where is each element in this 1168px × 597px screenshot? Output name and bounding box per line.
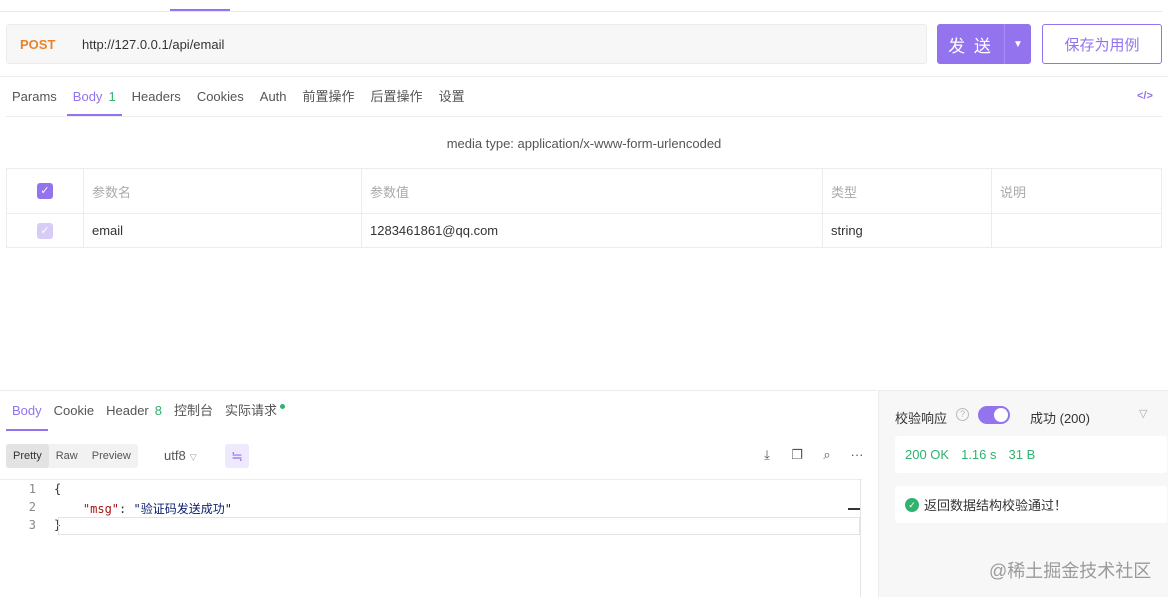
select-all-checkbox[interactable]: ✓ [37,183,53,199]
tab-pre-ops[interactable]: 前置操作 [297,80,361,116]
status-dot-icon [280,404,286,409]
column-header-value: 参数值 [362,169,823,213]
column-header-type: 类型 [823,169,992,213]
code-line: 2 "msg": "验证码发送成功" [0,500,862,518]
tab-settings[interactable]: 设置 [433,80,471,116]
url-input[interactable] [70,36,890,52]
resp-tab-actual-request[interactable]: 实际请求 [219,391,291,431]
code-line: 1 { [0,482,862,500]
response-toolbar: ⤓ ❐ ⌕ ··· [752,447,872,463]
resp-tab-console[interactable]: 控制台 [168,391,219,431]
status-code: 200 OK [905,447,950,462]
search-icon[interactable]: ⌕ [812,447,842,463]
line-number: 1 [28,482,36,496]
table-header-row: ✓ 参数名 参数值 类型 说明 [7,169,1161,214]
params-table: ✓ 参数名 参数值 类型 说明 ✓ email 1283461861@qq.co… [6,168,1162,248]
send-options-chevron-down-icon[interactable]: ▼ [1004,24,1031,64]
wrap-lines-icon[interactable]: ≒ [225,444,249,468]
tab-auth[interactable]: Auth [254,80,293,116]
toggle-knob [994,408,1008,422]
header-divider [0,76,1168,77]
chevron-down-icon[interactable]: ▽ [1139,407,1147,420]
format-pretty-button[interactable]: Pretty [6,444,49,468]
chevron-down-icon: ▽ [189,452,197,462]
resp-tab-cookie[interactable]: Cookie [48,391,100,431]
json-value: "验证码发送成功" [133,502,232,516]
more-icon[interactable]: ··· [842,447,872,463]
resp-tab-header[interactable]: Header 8 [100,391,168,431]
format-preview-button[interactable]: Preview [85,444,138,468]
response-stats: 200 OK 1.16 s 31 B [895,436,1167,473]
table-row: ✓ email 1283461861@qq.com string [7,214,1161,247]
format-toggle: Pretty Raw Preview [6,444,138,468]
active-line-highlight [58,517,860,535]
response-tabs: Body Cookie Header 8 控制台 实际请求 [6,391,291,431]
json-key: "msg" [82,502,120,516]
response-time: 1.16 s [961,447,997,462]
resp-tab-body[interactable]: Body [6,391,48,431]
response-code-editor[interactable]: 1 { 2 "msg": "验证码发送成功" 3 } [0,479,862,597]
tab-post-ops[interactable]: 后置操作 [365,80,429,116]
param-desc-cell[interactable] [992,214,1161,247]
send-button-group: 发 送 ▼ [937,24,1031,64]
url-bar: POST [6,24,927,64]
download-icon[interactable]: ⤓ [752,447,782,463]
request-tabs: Params Body 1 Headers Cookies Auth 前置操作 后… [6,80,475,116]
validate-toggle[interactable] [978,406,1010,424]
method-select[interactable]: POST [7,37,70,52]
format-raw-button[interactable]: Raw [49,444,85,468]
response-panel: Body Cookie Header 8 控制台 实际请求 Pretty Raw … [0,390,877,597]
param-value-cell[interactable]: 1283461861@qq.com [362,214,823,247]
send-button[interactable]: 发 送 [937,24,1004,64]
param-name-cell[interactable]: email [84,214,362,247]
column-header-name: 参数名 [84,169,362,213]
body-count-badge: 1 [108,89,116,104]
watermark: @稀土掘金技术社区 [989,561,1152,581]
save-as-case-button[interactable]: 保存为用例 [1042,24,1162,64]
response-size: 31 B [1008,447,1036,462]
validation-result: ✓ 返回数据结构校验通过！ [895,486,1167,523]
tab-params[interactable]: Params [6,80,63,116]
tab-cookies[interactable]: Cookies [191,80,250,116]
encoding-select[interactable]: utf8 ▽ [164,448,197,463]
param-type-cell[interactable]: string [823,214,992,247]
validate-response-label: 校验响应 [895,411,948,426]
media-type-label: media type: application/x-www-form-urlen… [446,136,722,151]
code-icon[interactable]: </> [1137,90,1153,102]
tabs-divider [6,116,1162,117]
validation-panel: 校验响应 ? 成功 (200) ▽ 200 OK 1.16 s 31 B ✓ 返… [878,390,1168,597]
help-icon[interactable]: ? [956,408,969,421]
top-divider [0,11,1162,12]
tab-body[interactable]: Body 1 [66,80,122,116]
column-header-desc: 说明 [1000,184,1027,200]
tab-headers[interactable]: Headers [126,80,187,116]
validation-status-select[interactable]: 成功 (200) [1030,408,1090,427]
editor-scrollbar[interactable] [860,479,861,597]
line-number: 2 [28,500,36,514]
line-number: 3 [28,518,36,532]
copy-icon[interactable]: ❐ [782,447,812,463]
header-count-badge: 8 [154,403,162,418]
check-circle-icon: ✓ [905,497,919,512]
row-checkbox[interactable]: ✓ [37,222,53,239]
